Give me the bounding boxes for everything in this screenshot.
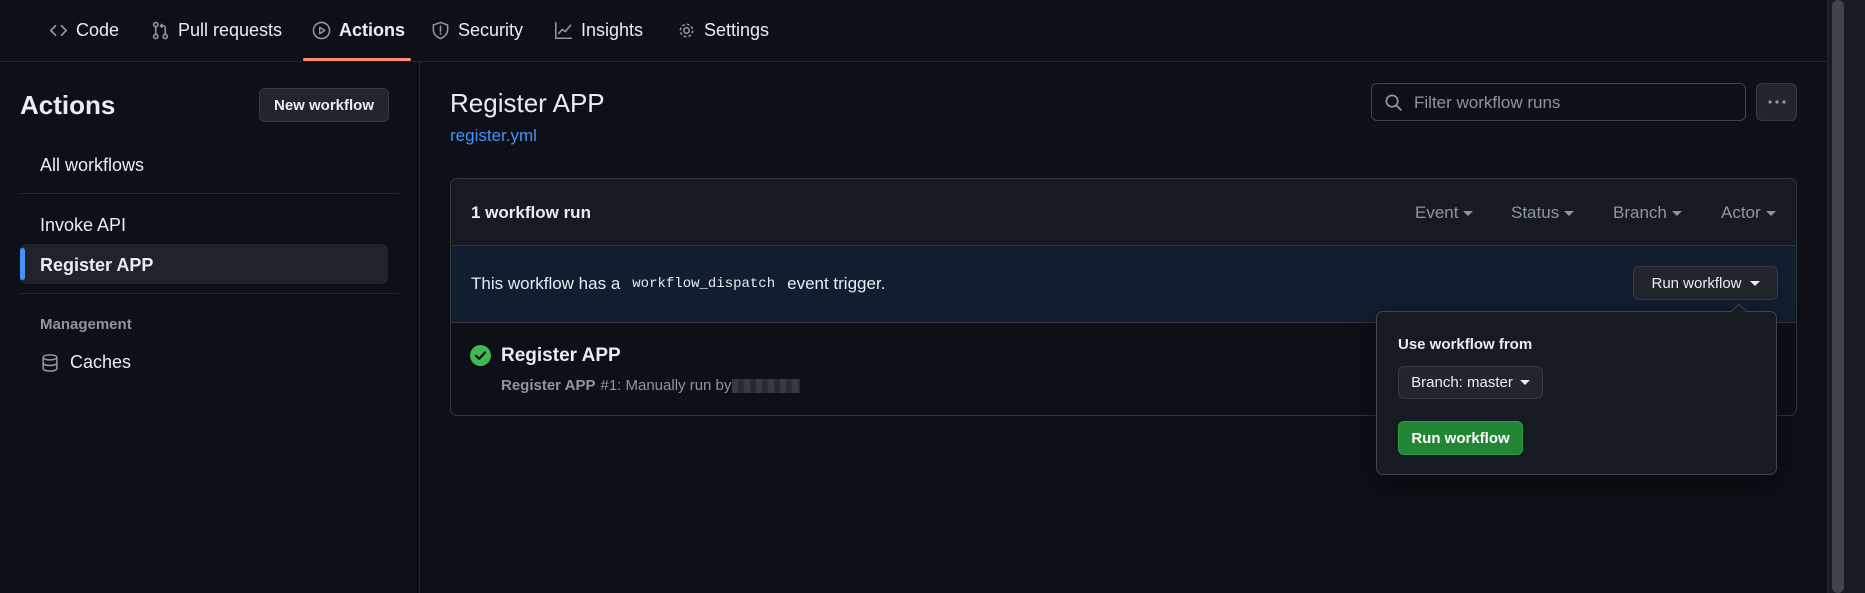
divider	[20, 293, 399, 294]
play-icon	[312, 21, 331, 40]
tab-security[interactable]: Security	[431, 0, 523, 61]
search-input[interactable]	[1412, 84, 1736, 122]
sidebar-title: Actions	[20, 90, 116, 120]
trigger-text-suffix: event trigger.	[787, 274, 886, 293]
sidebar-divider	[419, 62, 420, 593]
tab-label: Code	[76, 20, 120, 40]
management-heading: Management	[40, 316, 132, 333]
git-pull-request-icon	[152, 21, 169, 40]
dropdown-label: Event	[1415, 203, 1459, 222]
branch-select-button[interactable]: Branch: master	[1398, 366, 1543, 399]
runs-count: 1 workflow run	[471, 203, 591, 222]
kebab-horizontal-icon	[1767, 100, 1786, 104]
trigger-text-prefix: This workflow has a	[471, 274, 621, 293]
tab-label: Actions	[339, 20, 406, 40]
filter-workflow-runs[interactable]	[1371, 83, 1746, 122]
gear-icon	[679, 23, 694, 38]
popover-caret	[1731, 303, 1747, 312]
graph-icon	[555, 22, 572, 39]
run-details-text: #1: Manually run by	[600, 377, 732, 394]
run-workflow-dropdown-button[interactable]: Run workflow	[1633, 266, 1778, 300]
scrollbar-thumb[interactable]	[1832, 0, 1844, 593]
run-workflow-name: Register APP	[501, 377, 596, 394]
active-tab-indicator	[303, 58, 411, 61]
caret-down-icon	[1519, 380, 1530, 385]
tab-label: Security	[458, 20, 524, 40]
sidebar-item-all-workflows[interactable]: All workflows	[40, 155, 144, 176]
tab-pull-requests[interactable]: Pull requests	[151, 0, 282, 61]
caret-down-icon	[1564, 210, 1575, 216]
page-title: Register APP	[450, 88, 605, 118]
actor-filter-dropdown[interactable]: Actor	[1721, 203, 1776, 223]
sidebar-item-label: Caches	[70, 352, 132, 372]
new-workflow-button[interactable]: New workflow	[259, 88, 389, 122]
tab-actions[interactable]: Actions	[312, 0, 405, 61]
event-filter-dropdown[interactable]: Event	[1415, 203, 1474, 223]
branch-label: Branch: master	[1411, 374, 1513, 391]
runs-header: 1 workflow run Event Status Branch Actor	[451, 179, 1796, 246]
run-workflow-submit-button[interactable]: Run workflow	[1398, 421, 1523, 455]
run-title-link[interactable]: Register APP	[501, 345, 621, 367]
success-check-icon	[470, 345, 491, 366]
caret-down-icon	[1671, 210, 1682, 216]
more-options-button[interactable]	[1756, 83, 1797, 121]
sidebar-item-invoke-api[interactable]: Invoke API	[40, 215, 126, 236]
database-icon	[42, 353, 58, 372]
tab-label: Insights	[581, 20, 644, 40]
dropdown-label: Branch	[1613, 203, 1667, 222]
trigger-event-code: workflow_dispatch	[632, 276, 776, 292]
divider	[20, 193, 399, 194]
run-details: Register APP #1: Manually run by	[501, 377, 801, 394]
workflow-file-link[interactable]: register.yml	[450, 126, 537, 146]
search-icon	[1385, 94, 1402, 111]
selected-indicator	[20, 248, 25, 280]
trigger-message: This workflow has a workflow_dispatch ev…	[471, 274, 885, 294]
branch-filter-dropdown[interactable]: Branch	[1613, 203, 1682, 223]
run-workflow-popover: Use workflow from Branch: master Run wor…	[1376, 303, 1777, 475]
sidebar-item-caches[interactable]: Caches	[40, 352, 131, 373]
code-icon	[49, 24, 68, 37]
popover-heading: Use workflow from	[1398, 336, 1533, 353]
tab-label: Pull requests	[178, 20, 283, 40]
tab-insights[interactable]: Insights	[554, 0, 643, 61]
button-label: Run workflow	[1651, 274, 1742, 292]
tab-settings[interactable]: Settings	[677, 0, 769, 61]
sidebar-item-label: Register APP	[40, 255, 154, 275]
status-filter-dropdown[interactable]: Status	[1511, 203, 1575, 223]
shield-icon	[432, 21, 449, 40]
caret-down-icon	[1765, 210, 1776, 216]
tab-code[interactable]: Code	[49, 0, 119, 61]
tab-label: Settings	[704, 20, 770, 40]
repo-nav: Code Pull requests Actions Security Insi…	[0, 0, 1827, 62]
caret-down-icon	[1463, 210, 1474, 216]
dropdown-label: Actor	[1721, 203, 1761, 222]
redacted-username	[732, 378, 801, 393]
dropdown-label: Status	[1511, 203, 1560, 222]
caret-down-icon	[1749, 280, 1760, 286]
